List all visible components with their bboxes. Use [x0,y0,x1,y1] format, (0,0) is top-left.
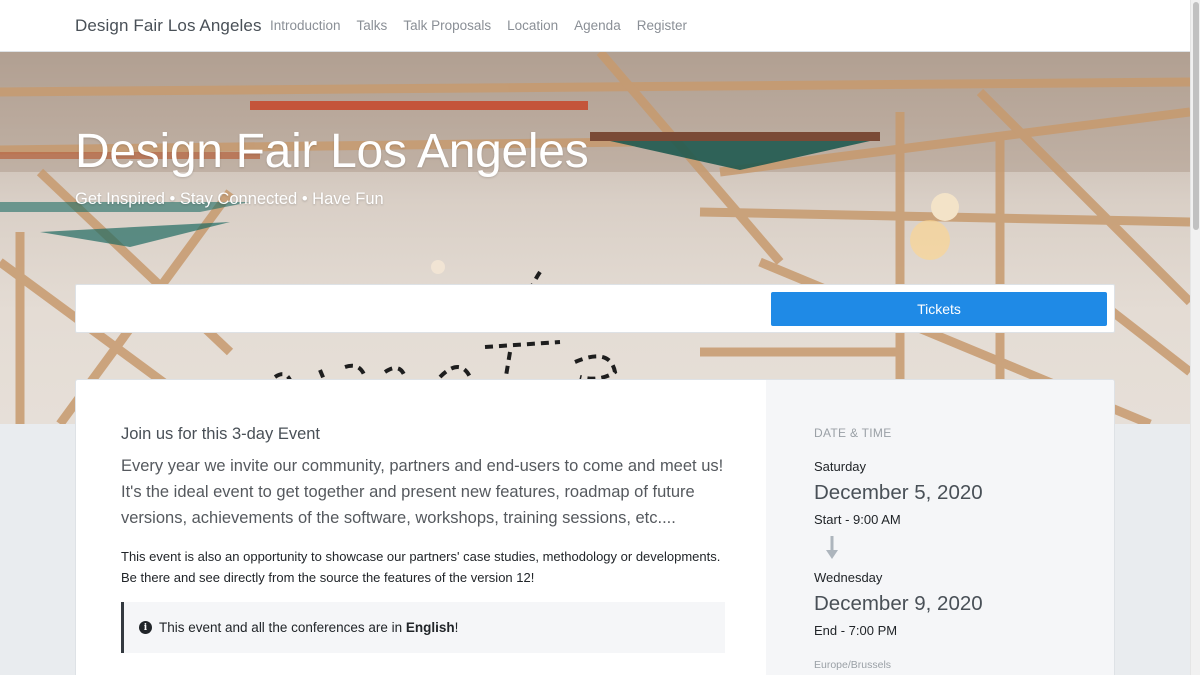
hero-background-image [0,52,1190,424]
event-details-card: Join us for this 3-day Event Every year … [75,379,1115,675]
arrow-down-icon [826,536,838,559]
start-day: Saturday [814,459,867,474]
end-time: End - 7:00 PM [814,623,898,638]
hero-subtitle: Get Inspired • Stay Connected • Have Fun [75,190,384,208]
end-day: Wednesday [814,570,883,585]
nav-menu: Introduction Talks Talk Proposals Locati… [262,18,695,33]
date-time-panel: DATE & TIME Saturday December 5, 2020 St… [766,380,1114,675]
nav-link-talks[interactable]: Talks [349,18,396,33]
intro-body: This event is also an opportunity to sho… [121,549,721,585]
notice-language: English [405,620,455,635]
page-scrollbar[interactable] [1190,0,1200,675]
notice-prefix: This event and all the conferences are i… [159,620,406,635]
nav-link-agenda[interactable]: Agenda [566,18,629,33]
intro-title: Join us for this 3-day Event [121,425,321,443]
nav-link-talk-proposals[interactable]: Talk Proposals [395,18,499,33]
top-navbar: Design Fair Los Angeles Introduction Tal… [0,0,1190,52]
tickets-button[interactable]: Tickets [771,292,1107,326]
date-time-heading: DATE & TIME [814,426,892,440]
start-time: Start - 9:00 AM [814,512,901,527]
nav-link-register[interactable]: Register [629,18,695,33]
nav-link-introduction[interactable]: Introduction [262,18,349,33]
intro-lead: Every year we invite our community, part… [121,457,724,527]
notice-suffix: ! [454,620,459,635]
start-date: December 5, 2020 [814,481,983,504]
notice-text: This event and all the conferences are i… [159,620,458,635]
hero-title: Design Fair Los Angeles [75,125,589,178]
info-circle-icon: i [139,621,152,634]
hero-banner: Design Fair Los Angeles Get Inspired • S… [0,52,1190,424]
timezone: Europe/Brussels [814,659,892,671]
scrollbar-thumb[interactable] [1193,2,1199,230]
navbar-brand[interactable]: Design Fair Los Angeles [75,16,262,36]
language-notice: i This event and all the conferences are… [121,602,725,653]
end-date: December 9, 2020 [814,592,983,615]
ticket-bar: Tickets [75,284,1115,333]
nav-link-location[interactable]: Location [499,18,566,33]
event-description: Join us for this 3-day Event Every year … [76,380,766,675]
